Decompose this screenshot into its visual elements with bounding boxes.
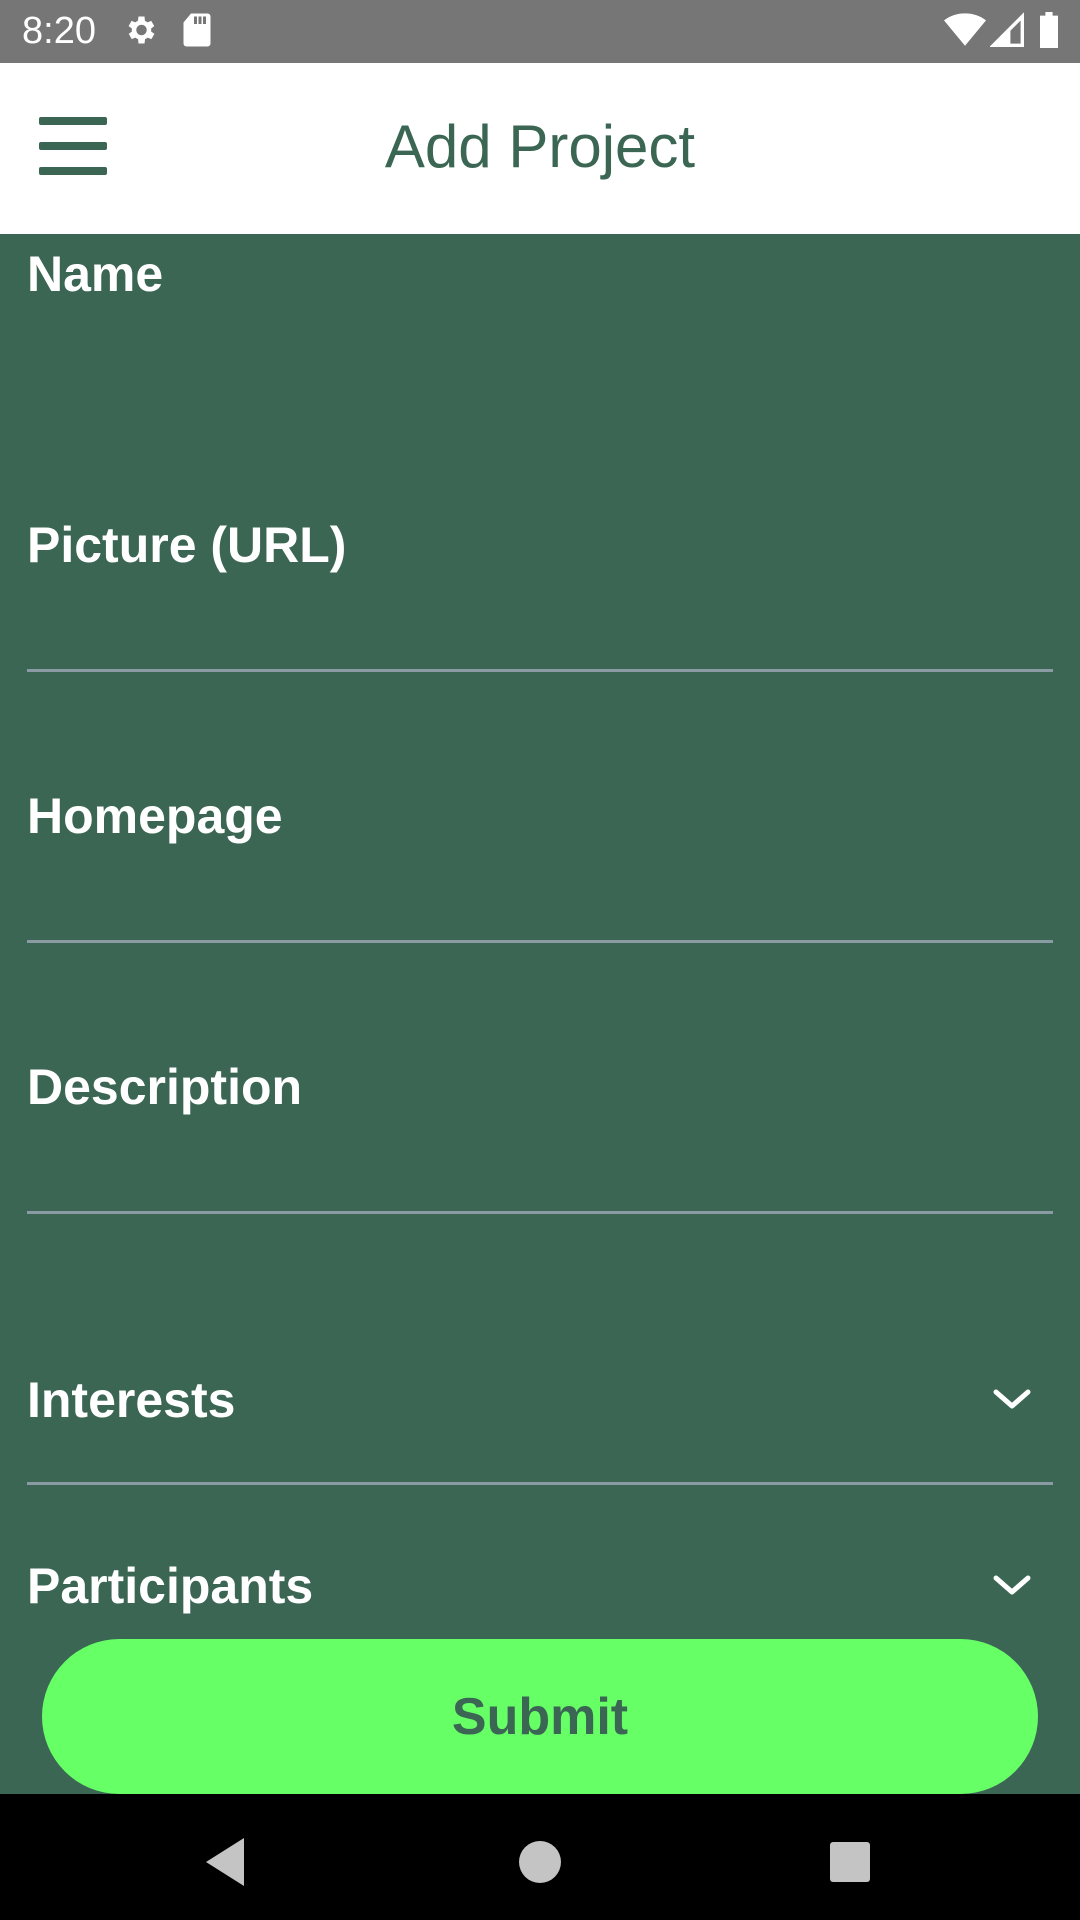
chevron-down-icon bbox=[993, 1389, 1031, 1409]
app-bar: Add Project bbox=[0, 63, 1080, 234]
name-input[interactable] bbox=[27, 609, 1053, 672]
interests-dropdown[interactable]: Interests bbox=[0, 1352, 1080, 1452]
home-icon[interactable] bbox=[510, 1832, 570, 1892]
homepage-label: Homepage bbox=[27, 788, 283, 844]
gear-icon bbox=[128, 16, 155, 44]
picture-url-input[interactable] bbox=[27, 880, 1053, 943]
picture-url-label: Picture (URL) bbox=[27, 517, 347, 573]
name-label: Name bbox=[27, 246, 164, 302]
signal-icon bbox=[990, 12, 1024, 47]
page-title: Add Project bbox=[384, 113, 696, 180]
status-time: 8:20 bbox=[22, 10, 96, 52]
participants-dropdown[interactable]: Participants bbox=[0, 1538, 1080, 1638]
interests-label: Interests bbox=[27, 1372, 236, 1428]
recents-icon[interactable] bbox=[820, 1832, 880, 1892]
battery-icon bbox=[1040, 12, 1058, 48]
submit-button[interactable]: Submit bbox=[42, 1639, 1038, 1794]
participants-label: Participants bbox=[27, 1558, 314, 1614]
description-label: Description bbox=[27, 1059, 303, 1115]
homepage-input[interactable] bbox=[27, 1151, 1053, 1214]
status-bar: 8:20 bbox=[0, 0, 1080, 63]
sd-card-icon bbox=[183, 13, 211, 47]
form-content: Name Picture (URL) Homepage Description … bbox=[0, 234, 1080, 1794]
chevron-down-icon bbox=[993, 1575, 1031, 1595]
wifi-icon bbox=[944, 13, 986, 46]
system-nav-bar bbox=[0, 1794, 1080, 1920]
back-icon[interactable] bbox=[196, 1832, 256, 1892]
